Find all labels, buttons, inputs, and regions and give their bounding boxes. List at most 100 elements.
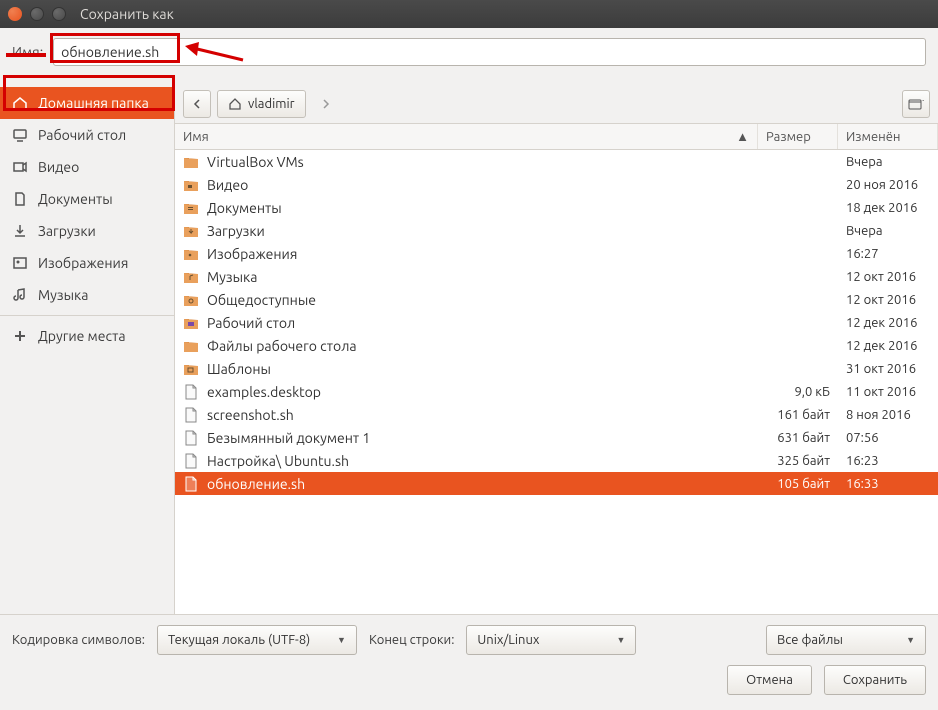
sidebar-item-image[interactable]: Изображения — [0, 247, 174, 279]
sidebar-item-music[interactable]: Музыка — [0, 279, 174, 311]
file-name: Документы — [207, 200, 282, 216]
file-row[interactable]: Рабочий стол12 дек 2016 — [175, 311, 938, 334]
path-forward-button[interactable] — [312, 90, 340, 118]
file-modified: 16:23 — [838, 454, 938, 468]
sidebar-item-download[interactable]: Загрузки — [0, 215, 174, 247]
file-icon — [183, 384, 199, 400]
sort-asc-icon: ▲ — [736, 129, 749, 144]
folder-icon — [183, 338, 199, 354]
sidebar-item-label: Другие места — [38, 328, 126, 344]
file-name: Безымянный документ 1 — [207, 430, 370, 446]
file-icon — [183, 407, 199, 423]
home-icon — [12, 95, 28, 111]
save-button[interactable]: Сохранить — [824, 665, 926, 695]
file-modified: 8 ноя 2016 — [838, 408, 938, 422]
sidebar-item-video[interactable]: Видео — [0, 151, 174, 183]
column-headers: Имя ▲ Размер Изменён — [175, 124, 938, 150]
sidebar-item-document[interactable]: Документы — [0, 183, 174, 215]
file-row[interactable]: Настройка\ Ubuntu.sh 325 байт16:23 — [175, 449, 938, 472]
file-modified: 31 окт 2016 — [838, 362, 938, 376]
filter-select[interactable]: Все файлы▼ — [766, 625, 926, 655]
path-segment-label: vladimir — [248, 97, 295, 111]
file-browser: vladimir + Имя ▲ Размер Изменён VirtualB… — [175, 84, 938, 614]
sidebar-item-label: Видео — [38, 159, 79, 175]
eol-select[interactable]: Unix/Linux▼ — [466, 625, 636, 655]
file-row[interactable]: screenshot.sh161 байт8 ноя 2016 — [175, 403, 938, 426]
sidebar-item-label: Музыка — [38, 287, 88, 303]
cancel-button[interactable]: Отмена — [727, 665, 812, 695]
home-icon — [228, 97, 242, 111]
column-header-size[interactable]: Размер — [758, 124, 838, 149]
file-icon — [183, 476, 199, 492]
folder-icon — [183, 315, 199, 331]
file-row[interactable]: Изображения16:27 — [175, 242, 938, 265]
file-list[interactable]: VirtualBox VMsВчера Видео 20 ноя 2016 Докум… — [175, 150, 938, 614]
pathbar: vladimir + — [175, 84, 938, 124]
folder-icon — [183, 223, 199, 239]
bottom-bar: Кодировка символов: Текущая локаль (UTF-… — [0, 614, 938, 705]
chevron-down-icon: ▼ — [906, 635, 915, 645]
file-size: 631 байт — [758, 431, 838, 445]
encoding-select[interactable]: Текущая локаль (UTF-8)▼ — [157, 625, 357, 655]
file-row[interactable]: Видео 20 ноя 2016 — [175, 173, 938, 196]
download-icon — [12, 223, 28, 239]
image-icon — [12, 255, 28, 271]
folder-icon — [183, 177, 199, 193]
file-name: VirtualBox VMs — [207, 154, 304, 170]
file-size: 325 байт — [758, 454, 838, 468]
content-area: Домашняя папка Рабочий стол Видео Документы… — [0, 84, 938, 614]
file-name: Изображения — [207, 246, 297, 262]
column-header-modified[interactable]: Изменён — [838, 124, 938, 149]
minimize-icon[interactable] — [30, 7, 44, 21]
file-size: 9,0 кБ — [758, 385, 838, 399]
document-icon — [12, 191, 28, 207]
file-modified: 11 окт 2016 — [838, 385, 938, 399]
folder-icon — [183, 246, 199, 262]
file-row[interactable]: обновление.sh 105 байт16:33 — [175, 472, 938, 495]
folder-icon — [183, 361, 199, 377]
file-row[interactable]: ЗагрузкиВчера — [175, 219, 938, 242]
desktop-icon — [12, 127, 28, 143]
file-row[interactable]: Документы18 дек 2016 — [175, 196, 938, 219]
file-row[interactable]: Файлы рабочего стола 12 дек 2016 — [175, 334, 938, 357]
file-modified: 12 окт 2016 — [838, 293, 938, 307]
sidebar-item-label: Загрузки — [38, 223, 96, 239]
chevron-left-icon — [192, 99, 202, 109]
close-icon[interactable] — [8, 7, 22, 21]
file-row[interactable]: VirtualBox VMsВчера — [175, 150, 938, 173]
new-folder-button[interactable]: + — [902, 90, 930, 118]
video-icon — [12, 159, 28, 175]
file-modified: 16:33 — [838, 477, 938, 491]
file-size: 105 байт — [758, 477, 838, 491]
file-name: Рабочий стол — [207, 315, 295, 331]
filename-input[interactable] — [53, 38, 926, 66]
file-name: Файлы рабочего стола — [207, 338, 357, 354]
folder-icon — [183, 292, 199, 308]
file-name: обновление.sh — [207, 476, 305, 492]
chevron-down-icon: ▼ — [617, 635, 626, 645]
file-row[interactable]: Безымянный документ 1 631 байт07:56 — [175, 426, 938, 449]
file-row[interactable]: Общедоступные 12 окт 2016 — [175, 288, 938, 311]
sidebar-item-label: Документы — [38, 191, 113, 207]
path-segment-home[interactable]: vladimir — [217, 90, 306, 118]
column-header-name[interactable]: Имя ▲ — [175, 124, 758, 149]
file-row[interactable]: Шаблоны31 окт 2016 — [175, 357, 938, 380]
path-back-button[interactable] — [183, 90, 211, 118]
file-modified: 07:56 — [838, 431, 938, 445]
sidebar-item-label: Рабочий стол — [38, 127, 126, 143]
file-modified: 12 окт 2016 — [838, 270, 938, 284]
file-modified: 20 ноя 2016 — [838, 178, 938, 192]
sidebar-item-other-places[interactable]: Другие места — [0, 320, 174, 352]
chevron-down-icon: ▼ — [337, 635, 346, 645]
filename-label: Имя: — [12, 44, 43, 60]
file-name: Общедоступные — [207, 292, 316, 308]
file-row[interactable]: Музыка12 окт 2016 — [175, 265, 938, 288]
sidebar-item-home[interactable]: Домашняя папка — [0, 87, 174, 119]
file-name: Настройка\ Ubuntu.sh — [207, 453, 349, 469]
file-row[interactable]: examples.desktop9,0 кБ11 окт 2016 — [175, 380, 938, 403]
file-name: Видео — [207, 177, 248, 193]
sidebar-separator — [0, 315, 174, 316]
sidebar-item-desktop[interactable]: Рабочий стол — [0, 119, 174, 151]
file-modified: 12 дек 2016 — [838, 339, 938, 353]
maximize-icon[interactable] — [52, 7, 66, 21]
